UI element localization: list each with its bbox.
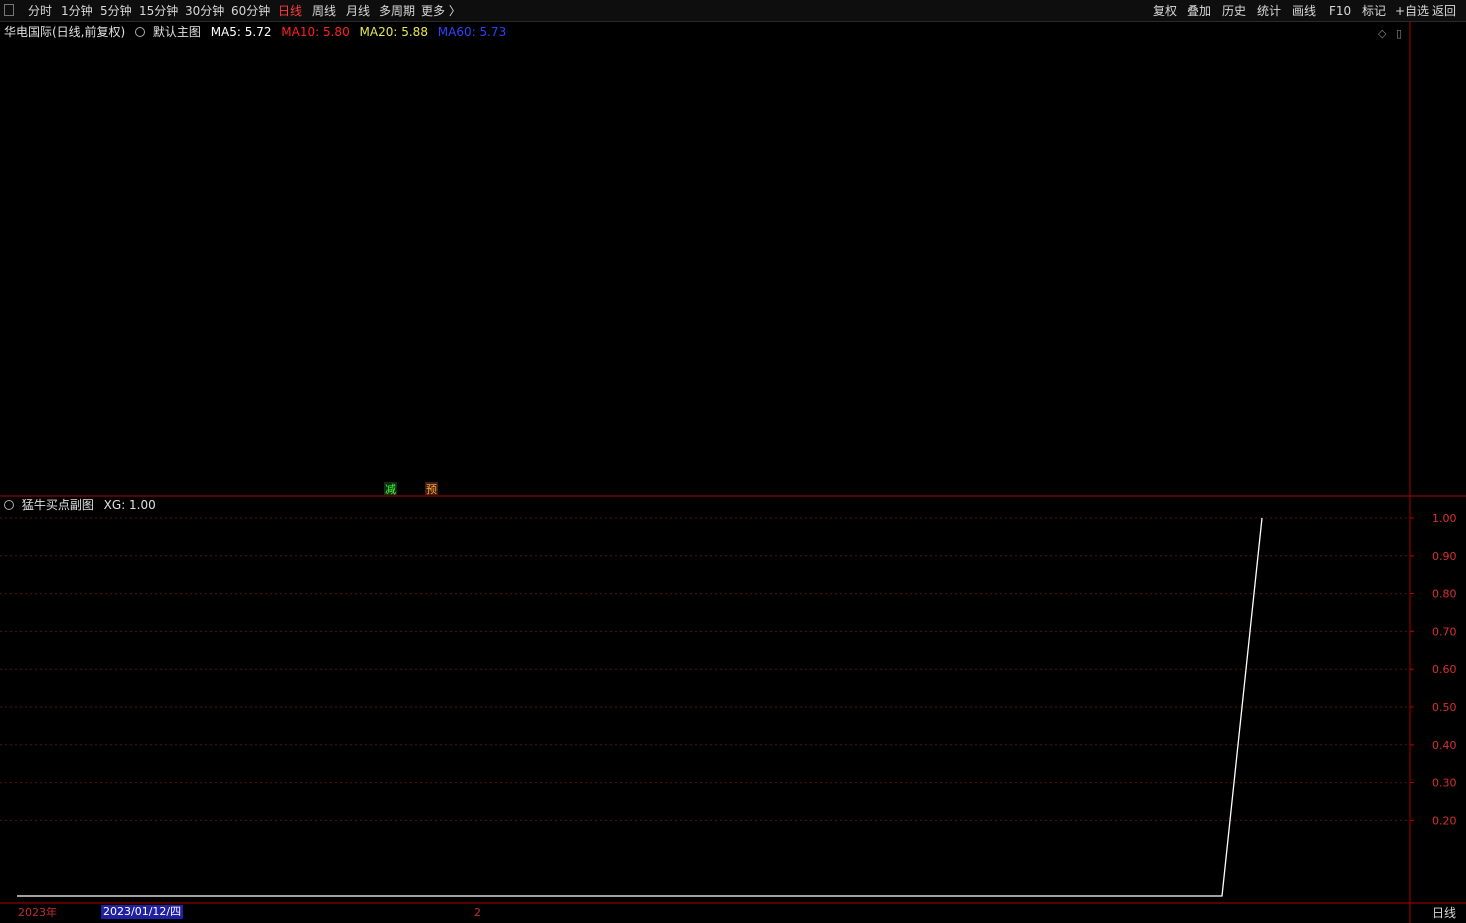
- signal-b-label: 预: [426, 483, 437, 496]
- sub-tick-label-2: 0.40: [1432, 739, 1457, 752]
- signal-a-label: 减: [385, 483, 396, 496]
- sub-tick-label-4: 0.60: [1432, 663, 1457, 676]
- period-label[interactable]: 日线: [1432, 904, 1456, 921]
- year-label: 2023年: [18, 906, 57, 919]
- cursor-date-label: 2023/01/12/四: [101, 905, 184, 919]
- sub-tick-label-7: 0.90: [1432, 550, 1457, 563]
- sub-tick-label-8: 1.00: [1432, 512, 1457, 525]
- sub-tick-label-1: 0.30: [1432, 777, 1457, 790]
- sub-tick-label-3: 0.50: [1432, 701, 1457, 714]
- sub-tick-label-6: 0.80: [1432, 588, 1457, 601]
- sub-tick-label-0: 0.20: [1432, 814, 1457, 827]
- month-marker: 2: [474, 906, 481, 919]
- sub-tick-label-5: 0.70: [1432, 625, 1457, 638]
